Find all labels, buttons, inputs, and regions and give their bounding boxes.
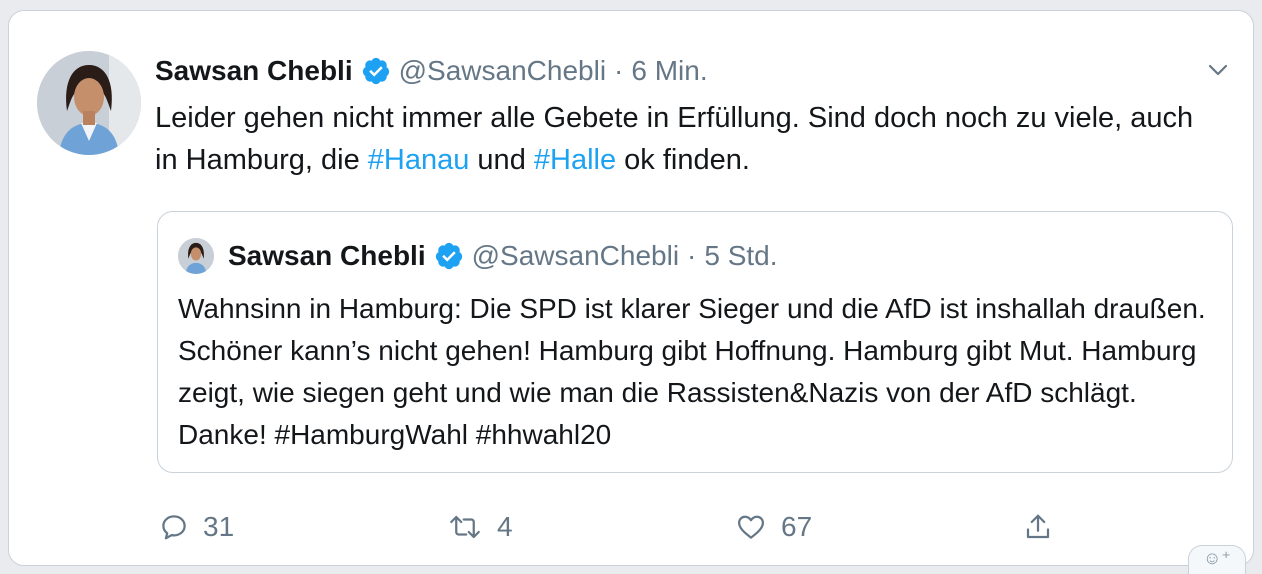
like-button[interactable]: 67 bbox=[735, 507, 812, 547]
tweet-text-part: und bbox=[469, 144, 534, 176]
separator-dot: · bbox=[687, 240, 697, 271]
verified-badge-icon bbox=[361, 56, 391, 86]
reply-count: 31 bbox=[203, 511, 235, 542]
tweet-timestamp[interactable]: 6 Min. bbox=[631, 53, 707, 89]
quoted-tweet[interactable]: Sawsan Chebli @SawsanChebli · 5 Std. Wah… bbox=[157, 211, 1233, 473]
like-icon bbox=[738, 515, 764, 539]
chevron-down-icon[interactable] bbox=[1203, 55, 1233, 85]
quoted-timestamp: 5 Std. bbox=[704, 240, 778, 271]
hashtag-link[interactable]: #Hanau bbox=[368, 144, 470, 176]
retweet-icon bbox=[450, 515, 480, 539]
author-name[interactable]: Sawsan Chebli bbox=[155, 53, 353, 89]
like-count: 67 bbox=[781, 511, 813, 542]
share-icon bbox=[1026, 514, 1050, 539]
retweet-count: 4 bbox=[497, 511, 513, 542]
tweet-card[interactable]: Sawsan Chebli @SawsanChebli · 6 Min. Lei… bbox=[8, 10, 1254, 566]
avatar[interactable] bbox=[37, 51, 141, 155]
quoted-author-handle: @SawsanChebli bbox=[471, 240, 680, 271]
separator-dot: · bbox=[614, 55, 624, 86]
quoted-avatar bbox=[178, 238, 214, 274]
reply-icon bbox=[162, 515, 186, 540]
verified-badge-icon bbox=[434, 241, 464, 271]
retweet-button[interactable]: 4 bbox=[447, 507, 513, 547]
tweet-actions: 31 4 67 bbox=[155, 507, 1055, 547]
share-button[interactable] bbox=[1023, 507, 1067, 547]
tweet-header: Sawsan Chebli @SawsanChebli · 6 Min. bbox=[155, 53, 708, 89]
tweet-text: Leider gehen nicht immer alle Gebete in … bbox=[155, 97, 1215, 181]
tweet-text-part: ok finden. bbox=[616, 144, 750, 176]
quoted-tweet-text: Wahnsinn in Hamburg: Die SPD ist klarer … bbox=[178, 293, 1206, 450]
quoted-tweet-header: Sawsan Chebli @SawsanChebli · 5 Std. bbox=[178, 238, 778, 274]
quoted-author-name: Sawsan Chebli bbox=[228, 240, 426, 271]
hashtag-link[interactable]: #Halle bbox=[534, 144, 616, 176]
author-handle[interactable]: @SawsanChebli bbox=[399, 53, 606, 89]
reply-button[interactable]: 31 bbox=[159, 507, 234, 547]
